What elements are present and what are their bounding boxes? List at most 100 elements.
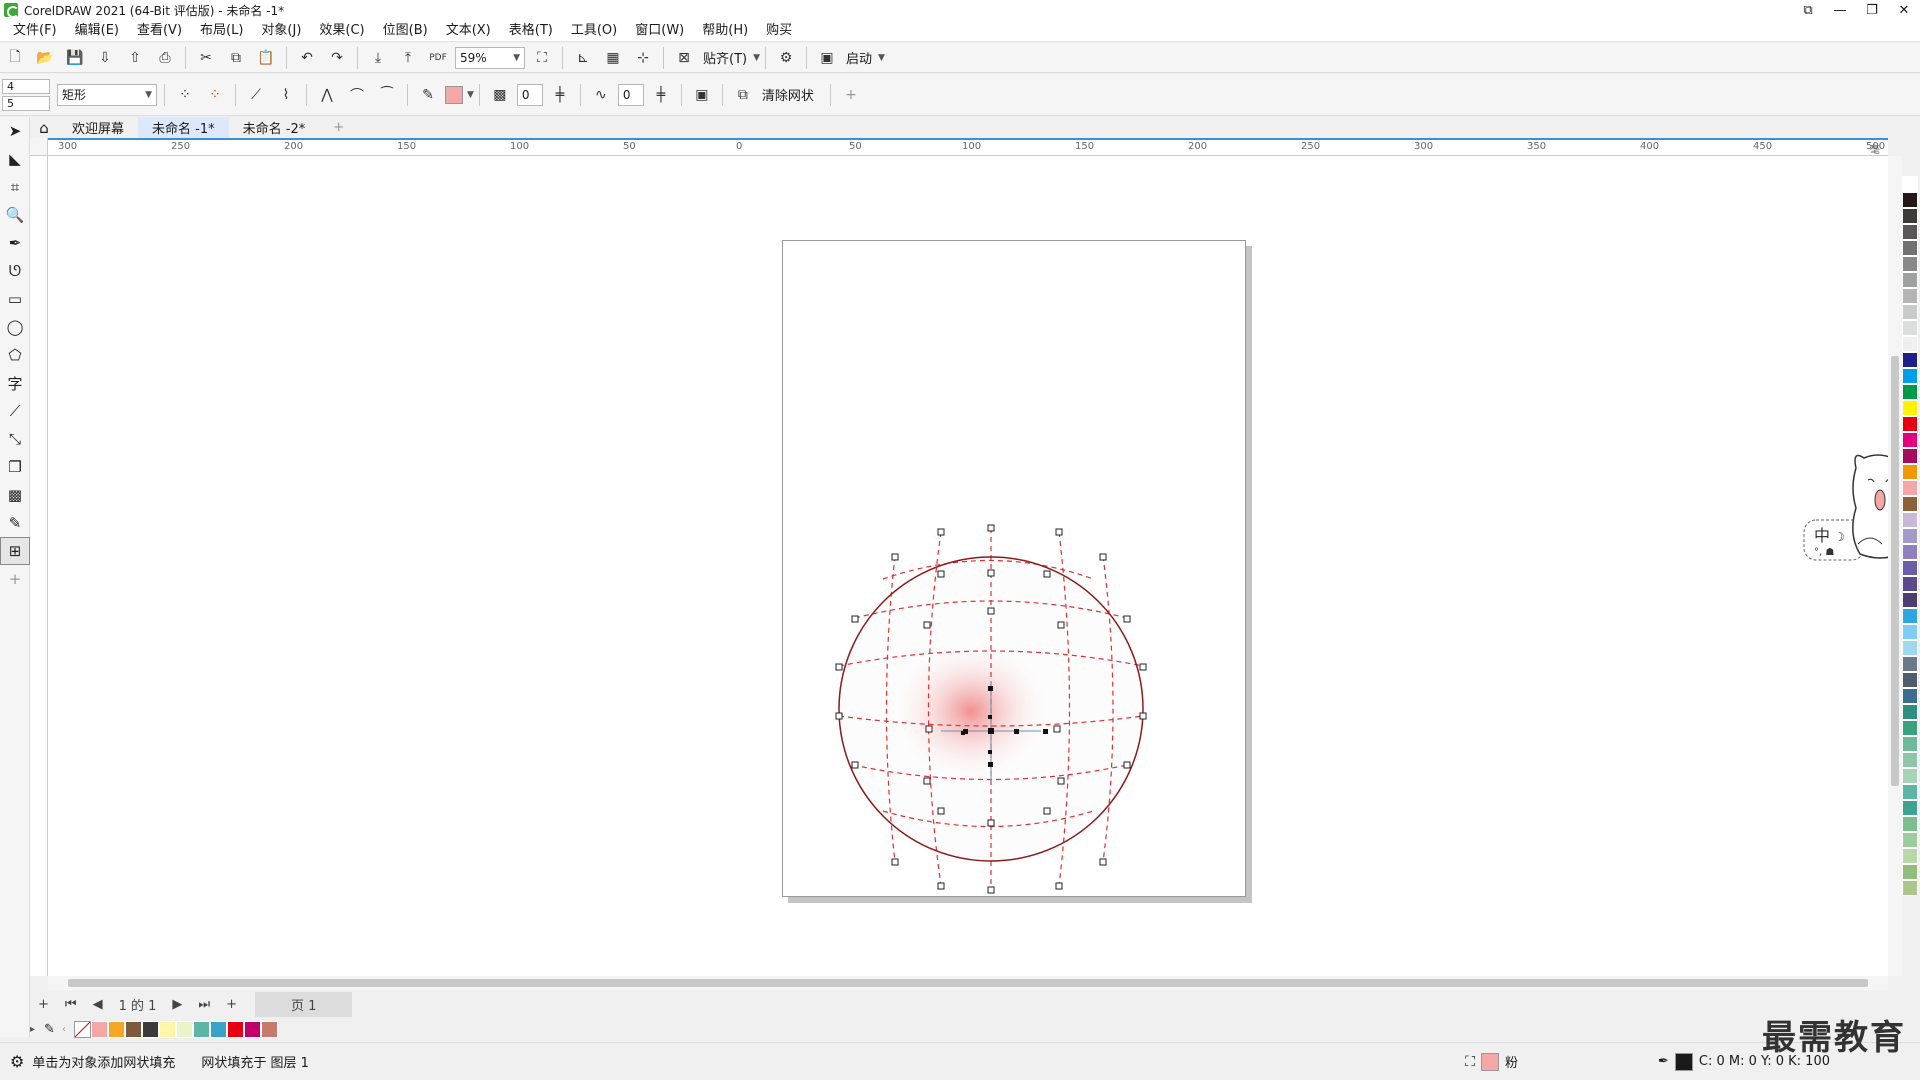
palette-expand-icon[interactable]: ▸ xyxy=(30,1024,44,1035)
save-icon[interactable]: 💾 xyxy=(62,46,88,70)
horizontal-scrollbar[interactable] xyxy=(48,976,1888,990)
text-tool-icon[interactable]: 字 xyxy=(0,369,30,397)
rectangle-tool-icon[interactable]: ▭ xyxy=(0,285,30,313)
clear-mesh-button[interactable]: 清除网状 xyxy=(758,85,818,104)
palette-color-swatch[interactable] xyxy=(1902,736,1918,752)
smooth-mesh-color-icon[interactable]: ▣ xyxy=(689,83,715,107)
connector-tool-icon[interactable]: ⤡ xyxy=(0,425,30,453)
palette-color-swatch[interactable] xyxy=(1902,880,1918,896)
document-palette-swatch[interactable] xyxy=(159,1020,176,1038)
palette-color-swatch[interactable] xyxy=(1902,400,1918,416)
palette-color-swatch[interactable] xyxy=(1902,560,1918,576)
palette-color-swatch[interactable] xyxy=(1902,832,1918,848)
document-palette-swatch[interactable] xyxy=(176,1020,193,1038)
palette-scroll-left-icon[interactable]: ‹ xyxy=(62,1024,74,1035)
horizontal-ruler[interactable]: 300 250 200 150 100 50 0 50 100 150 200 250 300 350 40… xyxy=(48,138,1888,171)
palette-color-swatch[interactable] xyxy=(1902,624,1918,640)
new-document-icon[interactable]: 🗋 xyxy=(2,46,28,70)
palette-color-swatch[interactable] xyxy=(1902,256,1918,272)
parallel-dimension-icon[interactable]: ⟋ xyxy=(0,397,30,425)
outline-color-indicator[interactable] xyxy=(1674,1052,1693,1071)
add-node-icon[interactable]: ⁘ xyxy=(172,83,198,107)
document-palette-swatch[interactable] xyxy=(125,1020,142,1038)
launch-dropdown[interactable]: 启动 xyxy=(842,48,876,67)
redo-icon[interactable]: ↷ xyxy=(324,46,350,70)
chevron-down-icon[interactable]: ▼ xyxy=(467,90,474,100)
palette-color-swatch[interactable] xyxy=(1902,496,1918,512)
show-rulers-icon[interactable]: ⊾ xyxy=(570,46,596,70)
mesh-fill-ellipse[interactable] xyxy=(48,156,1888,976)
menu-layout[interactable]: 布局(L) xyxy=(191,20,252,42)
no-color-swatch[interactable] xyxy=(74,1020,91,1038)
mesh-rows-input[interactable]: 4 xyxy=(2,78,50,94)
launch-icon[interactable]: ▣ xyxy=(814,46,840,70)
palette-color-swatch[interactable] xyxy=(1902,816,1918,832)
tab-welcome[interactable]: 欢迎屏幕 xyxy=(58,117,138,138)
palette-eyedropper-icon[interactable]: ✎ xyxy=(44,1022,62,1037)
mesh-columns-input[interactable]: 5 xyxy=(2,95,50,111)
restore-button[interactable]: ❐ xyxy=(1856,0,1888,20)
page-1-tab[interactable]: 页 1 xyxy=(255,991,353,1017)
palette-color-swatch[interactable] xyxy=(1902,480,1918,496)
transparency-input[interactable]: 0 xyxy=(516,83,543,106)
palette-color-swatch[interactable] xyxy=(1902,688,1918,704)
smoothness-slider-icon[interactable]: ╪ xyxy=(648,83,674,107)
palette-color-swatch[interactable] xyxy=(1902,368,1918,384)
home-icon[interactable]: ⌂ xyxy=(30,117,58,138)
palette-color-swatch[interactable] xyxy=(1902,640,1918,656)
open-folder-icon[interactable]: 📂 xyxy=(32,46,58,70)
zoom-tool-icon[interactable]: 🔍 xyxy=(0,201,30,229)
palette-color-swatch[interactable] xyxy=(1902,240,1918,256)
document-palette-swatch[interactable] xyxy=(108,1020,125,1038)
palette-color-swatch[interactable] xyxy=(1902,384,1918,400)
first-page-button[interactable]: ⏮ xyxy=(57,997,85,1012)
horizontal-scroll-thumb[interactable] xyxy=(68,979,1868,987)
tab-untitled-1[interactable]: 未命名 -1* xyxy=(138,117,229,138)
show-guidelines-icon[interactable]: ⊹ xyxy=(630,46,656,70)
palette-color-swatch[interactable] xyxy=(1902,432,1918,448)
chevron-down-icon[interactable]: ▼ xyxy=(878,53,885,63)
cloud-download-icon[interactable]: ⇩ xyxy=(92,46,118,70)
full-screen-icon[interactable]: ⛶ xyxy=(529,46,555,70)
window-icon-button[interactable]: ⧉ xyxy=(1792,0,1824,20)
pdf-export-icon[interactable]: PDF xyxy=(425,46,451,70)
polygon-tool-icon[interactable]: ⬠ xyxy=(0,341,30,369)
palette-color-swatch[interactable] xyxy=(1902,544,1918,560)
delete-node-icon[interactable]: ⁘ xyxy=(202,83,228,107)
selection-mode-select[interactable]: 矩形 ▼ xyxy=(57,83,157,106)
paste-icon[interactable]: 📋 xyxy=(253,46,279,70)
menu-tools[interactable]: 工具(O) xyxy=(562,20,626,42)
document-palette-swatch[interactable] xyxy=(261,1020,278,1038)
menu-edit[interactable]: 编辑(E) xyxy=(66,20,128,42)
artistic-media-icon[interactable]: ᘎ xyxy=(0,257,30,285)
palette-color-swatch[interactable] xyxy=(1902,528,1918,544)
drop-shadow-icon[interactable]: ❐ xyxy=(0,453,30,481)
color-eyedropper-icon[interactable]: ✎ xyxy=(0,509,30,537)
palette-color-swatch[interactable] xyxy=(1902,784,1918,800)
zoom-level-select[interactable]: 59% ▼ xyxy=(455,46,525,69)
menu-buy[interactable]: 购买 xyxy=(757,20,801,42)
snap-off-icon[interactable]: ⊠ xyxy=(671,46,697,70)
drawing-canvas[interactable]: 中 ☽ °, ☗ xyxy=(48,156,1908,976)
palette-color-swatch[interactable] xyxy=(1902,704,1918,720)
eyedropper-icon[interactable]: ✎ xyxy=(415,83,441,107)
snap-to-dropdown[interactable]: 贴齐(T) xyxy=(699,48,751,67)
menu-bitmaps[interactable]: 位图(B) xyxy=(374,20,437,42)
palette-color-swatch[interactable] xyxy=(1902,208,1918,224)
document-palette-swatch[interactable] xyxy=(193,1020,210,1038)
undo-icon[interactable]: ↶ xyxy=(294,46,320,70)
document-palette-swatch[interactable] xyxy=(244,1020,261,1038)
palette-color-swatch[interactable] xyxy=(1902,848,1918,864)
smoothness-input[interactable]: 0 xyxy=(617,83,644,106)
symmetric-node-icon[interactable]: ⁀ xyxy=(374,83,400,107)
next-page-button[interactable]: ▶ xyxy=(164,997,190,1012)
palette-color-swatch[interactable] xyxy=(1902,672,1918,688)
palette-color-swatch[interactable] xyxy=(1902,288,1918,304)
options-gear-icon[interactable]: ⚙ xyxy=(773,46,799,70)
menu-file[interactable]: 文件(F) xyxy=(4,20,66,42)
palette-color-swatch[interactable] xyxy=(1902,304,1918,320)
palette-color-swatch[interactable] xyxy=(1902,336,1918,352)
add-page-after-button[interactable]: + xyxy=(218,997,245,1012)
curve-smoothness-icon[interactable]: ∿ xyxy=(588,83,614,107)
mesh-fill-tool-icon[interactable]: ⊞ xyxy=(0,537,30,565)
